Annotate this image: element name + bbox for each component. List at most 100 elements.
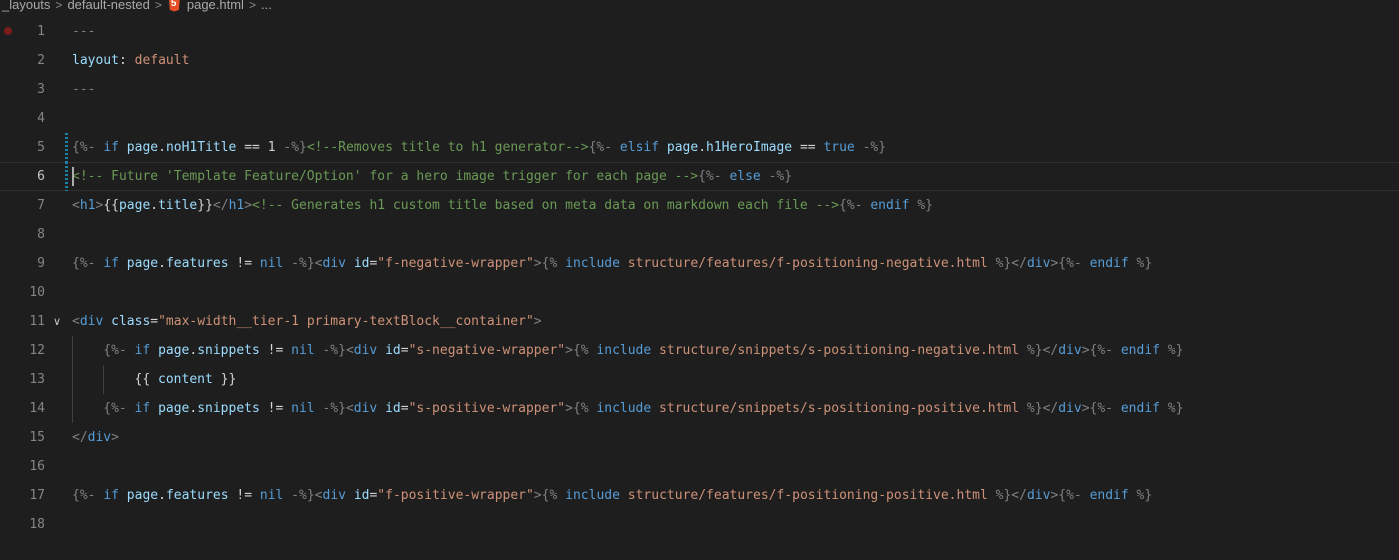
code-line[interactable]: 18 [0,510,1399,539]
code-token: < [314,488,323,503]
code-text[interactable]: {%- if page.noH1Title == 1 -%}<!--Remove… [72,133,886,162]
line-number: 9 [37,256,45,271]
code-text[interactable]: {%- if page.snippets != nil -%}<div id="… [103,336,1183,365]
code-token: include [565,256,620,271]
code-token: -%} [283,488,315,503]
code-token: {%- [1058,488,1090,503]
code-token: %} [1019,401,1043,416]
code-token: </ [212,198,229,213]
breadcrumb-item-file[interactable]: page.html [185,0,246,12]
line-number: 10 [29,285,45,300]
code-token: > [1081,401,1090,416]
code-text[interactable]: --- [72,75,95,104]
code-line[interactable]: 13 {{ content }} [0,365,1399,394]
code-line[interactable]: 9 {%- if page.features != nil -%}<div id=… [0,249,1399,278]
code-token: 1 [267,140,276,155]
code-token: id [385,343,401,358]
code-token: div [87,430,112,445]
line-number: 18 [29,517,45,532]
code-token: endif [1089,488,1129,503]
code-token: </ [1011,256,1027,271]
fold-chevron-icon[interactable]: ∨ [53,307,61,336]
code-line[interactable]: 16 [0,452,1399,481]
breadcrumb-item-layouts[interactable]: _layouts [0,0,52,12]
code-token: page [126,488,159,503]
code-token: if [103,488,119,503]
code-token: h1 [79,198,96,213]
code-line[interactable]: 15 </div> [0,423,1399,452]
code-token: {%- [1058,256,1090,271]
code-token: <!--Removes title to h1 generator--> [306,140,589,155]
code-text[interactable]: </div> [72,423,119,452]
code-token: structure/features/f-positioning-positiv… [627,488,988,503]
code-token: {{ [134,372,159,387]
code-token: class [111,314,151,329]
code-token: if [103,256,119,271]
breadcrumb-item-symbol[interactable]: ... [259,0,274,12]
code-token: "f-positive-wrapper" [377,488,534,503]
code-token: %} [1159,401,1184,416]
code-line[interactable]: 2 layout: default [0,46,1399,75]
code-token: nil [291,343,315,358]
indent-guide [103,365,105,394]
line-number: 15 [29,430,45,445]
code-token: </ [1042,401,1059,416]
code-token: {%- [839,198,871,213]
breadcrumb-separator: > [248,0,256,12]
code-token: -%} [760,169,793,184]
code-token: . [150,198,159,213]
code-line[interactable]: 3 --- [0,75,1399,104]
code-line[interactable]: 5 {%- if page.noH1Title == 1 -%}<!--Remov… [0,133,1399,162]
code-line[interactable]: 1 --- [0,17,1399,46]
code-token: {% [541,488,566,503]
code-text[interactable]: layout: default [72,46,189,75]
code-token: endif [1120,401,1160,416]
code-text[interactable]: <h1>{{page.title}}</h1><!-- Generates h1… [72,191,933,220]
code-line[interactable]: 4 [0,104,1399,133]
code-text[interactable]: {{ content }} [135,365,237,394]
code-text[interactable]: --- [72,17,95,46]
code-editor[interactable]: 1 --- 2 layout: default 3 --- 4 5 {%- if page.no… [0,17,1399,539]
code-token: features [165,256,229,271]
code-token: == [792,140,824,155]
code-line[interactable]: 6 <!-- Future 'Template Feature/Option' f… [0,162,1399,191]
modified-line-indicator[interactable] [65,133,68,162]
code-token: <!-- Future 'Template Feature/Option' fo… [72,169,699,184]
code-token: "max-width__tier-1 primary-textBlock__co… [158,314,534,329]
code-token: %} [1128,256,1153,271]
code-token: endif [1089,256,1129,271]
code-token: = [400,343,409,358]
code-token: page [158,343,190,358]
code-token: %} [909,198,933,213]
code-token: </ [72,430,88,445]
code-token: div [1058,401,1082,416]
code-text[interactable]: {%- if page.snippets != nil -%}<div id="… [103,394,1183,423]
code-text[interactable]: <!-- Future 'Template Feature/Option' fo… [72,162,792,191]
code-line[interactable]: 8 [0,220,1399,249]
code-line[interactable]: 14 {%- if page.snippets != nil -%}<div id… [0,394,1399,423]
code-token: include [565,488,620,503]
code-text[interactable]: {%- if page.features != nil -%}<div id="… [72,249,1152,278]
code-token: -%} [283,256,315,271]
code-text[interactable]: <div class="max-width__tier-1 primary-te… [72,307,542,336]
code-line[interactable]: 10 [0,278,1399,307]
code-token: > [111,430,119,445]
line-number: 17 [29,488,45,503]
code-line[interactable]: 7 <h1>{{page.title}}</h1><!-- Generates h… [0,191,1399,220]
code-token: page [118,198,151,213]
code-token: %} [1019,343,1043,358]
modified-line-indicator[interactable] [65,162,68,191]
line-number: 16 [29,459,45,474]
code-line[interactable]: 17 {%- if page.features != nil -%}<div id… [0,481,1399,510]
code-token: include [596,343,652,358]
code-text[interactable]: {%- if page.features != nil -%}<div id="… [72,481,1152,510]
code-line[interactable]: 11 ∨ <div class="max-width__tier-1 primary… [0,307,1399,336]
code-line[interactable]: 12 {%- if page.snippets != nil -%}<div id… [0,336,1399,365]
code-token: div [1058,343,1082,358]
breadcrumb-item-default-nested[interactable]: default-nested [65,0,151,12]
code-token: < [72,314,80,329]
code-token: "s-negative-wrapper" [408,343,566,358]
